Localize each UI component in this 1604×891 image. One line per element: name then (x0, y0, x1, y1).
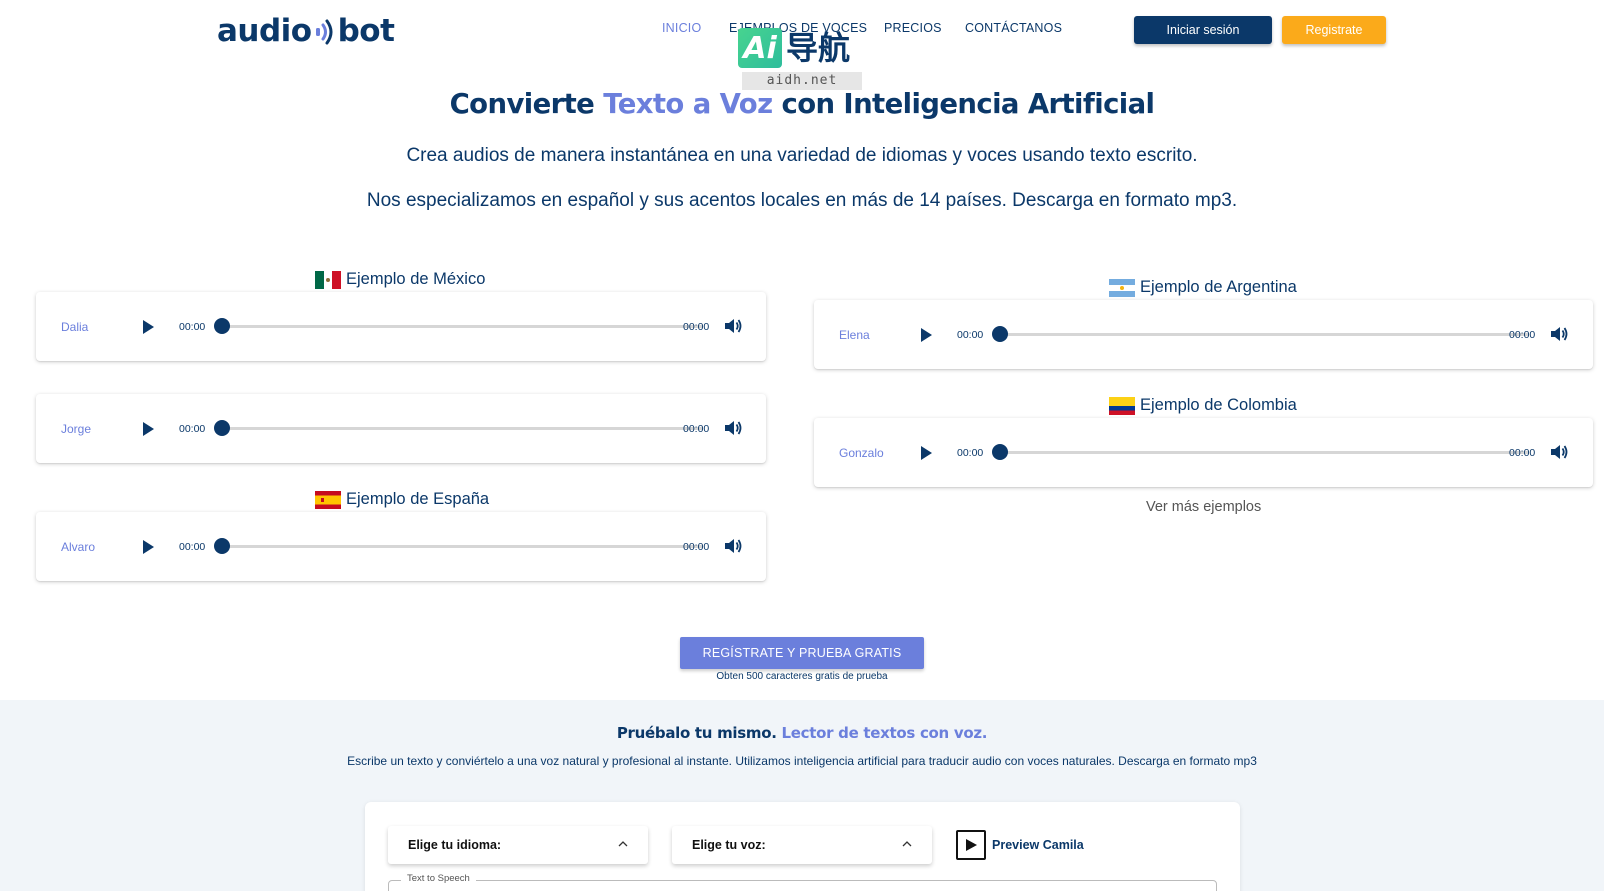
audio-player-elena: Elena 00:00 00:00 (814, 300, 1593, 369)
language-select-label: Elige tu idioma: (408, 838, 502, 852)
progress-track[interactable] (221, 545, 703, 548)
audio-player-jorge: Jorge 00:00 00:00 (36, 394, 766, 463)
logo[interactable]: audio bot (217, 13, 395, 49)
hero-title: Convierte Texto a Voz con Inteligencia A… (0, 88, 1604, 120)
login-button[interactable]: Iniciar sesión (1134, 16, 1272, 44)
volume-icon[interactable] (1549, 324, 1569, 344)
signup-trial-button[interactable]: REGÍSTRATE Y PRUEBA GRATIS (680, 637, 924, 669)
example-heading-text: Ejemplo de España (346, 490, 490, 508)
text-to-speech-input[interactable] (388, 880, 1217, 891)
progress-knob[interactable] (992, 326, 1008, 342)
duration-time: 00:00 (1509, 329, 1536, 341)
audio-player-alvaro: Alvaro 00:00 00:00 (36, 512, 766, 581)
voice-name: Dalia (61, 319, 89, 334)
volume-icon[interactable] (723, 418, 743, 438)
current-time: 00:00 (179, 423, 206, 435)
nav-item-contacto[interactable]: CONTÁCTANOS (965, 21, 1062, 35)
more-examples-link[interactable]: Ver más ejemplos (1146, 499, 1261, 515)
progress-track[interactable] (999, 451, 1529, 454)
progress-knob[interactable] (214, 318, 230, 334)
hero-title-accent: Texto a Voz (603, 88, 773, 120)
voice-name: Gonzalo (839, 445, 884, 460)
play-icon[interactable] (918, 327, 934, 343)
volume-icon[interactable] (723, 316, 743, 336)
hero-title-part2: con Inteligencia Artificial (772, 88, 1155, 120)
duration-time: 00:00 (683, 423, 710, 435)
voice-name: Jorge (61, 421, 92, 436)
logo-text-left: audio (217, 13, 312, 49)
example-heading-espana: Ejemplo de España (315, 490, 489, 509)
play-icon[interactable] (918, 445, 934, 461)
play-icon[interactable] (140, 539, 156, 555)
current-time: 00:00 (179, 321, 206, 333)
logo-text-right: bot (337, 13, 395, 49)
progress-track[interactable] (221, 325, 703, 328)
example-heading-argentina: Ejemplo de Argentina (1109, 278, 1297, 297)
text-to-speech-label: Text to Speech (401, 873, 476, 884)
sound-wave-icon (315, 16, 335, 46)
watermark-text: 导航 (786, 29, 851, 67)
try-title-part1: Pruébalo tu mismo. (616, 724, 782, 742)
current-time: 00:00 (957, 447, 984, 459)
play-icon (956, 830, 986, 860)
language-select[interactable]: Elige tu idioma: (388, 826, 648, 864)
voice-select[interactable]: Elige tu voz: (672, 826, 932, 864)
example-heading-mexico: Ejemplo de México (315, 270, 485, 289)
watermark: Ai 导航 aidh.net (738, 28, 864, 90)
argentina-flag-icon (1109, 278, 1135, 297)
example-heading-text: Ejemplo de Argentina (1140, 278, 1297, 296)
try-title: Pruébalo tu mismo. Lector de textos con … (0, 724, 1604, 742)
voice-name: Elena (839, 327, 870, 342)
volume-icon[interactable] (723, 536, 743, 556)
duration-time: 00:00 (683, 541, 710, 553)
hero-subtitle-2: Nos especializamos en español y sus acen… (366, 190, 1238, 211)
example-heading-text: Ejemplo de Colombia (1140, 396, 1297, 414)
watermark-ai-badge: Ai (738, 28, 782, 68)
chevron-up-icon (902, 841, 912, 847)
try-description: Escribe un texto y conviértelo a una voz… (347, 754, 1257, 768)
preview-label: Preview Camila (992, 838, 1084, 852)
progress-knob[interactable] (214, 538, 230, 554)
spain-flag-icon (315, 490, 341, 509)
voice-name: Alvaro (61, 539, 96, 554)
current-time: 00:00 (957, 329, 984, 341)
nav-item-precios[interactable]: PRECIOS (884, 21, 942, 35)
progress-track[interactable] (221, 427, 703, 430)
trial-note: Obten 500 caracteres gratis de prueba (716, 671, 888, 682)
tts-card: Elige tu idioma: Elige tu voz: Preview C… (365, 802, 1240, 891)
voice-select-label: Elige tu voz: (692, 838, 766, 852)
nav-item-inicio[interactable]: INICIO (662, 21, 701, 35)
duration-time: 00:00 (683, 321, 710, 333)
volume-icon[interactable] (1549, 442, 1569, 462)
progress-track[interactable] (999, 333, 1529, 336)
try-title-accent: Lector de textos con voz. (781, 724, 988, 742)
example-heading-text: Ejemplo de México (346, 270, 486, 288)
duration-time: 00:00 (1509, 447, 1536, 459)
hero-title-part1: Convierte (449, 88, 604, 120)
try-section: Pruébalo tu mismo. Lector de textos con … (0, 700, 1604, 891)
play-icon[interactable] (140, 319, 156, 335)
progress-knob[interactable] (214, 420, 230, 436)
hero-subtitle-1: Crea audios de manera instantánea en una… (406, 145, 1198, 166)
register-button[interactable]: Registrate (1282, 16, 1386, 44)
play-icon[interactable] (140, 421, 156, 437)
example-heading-colombia: Ejemplo de Colombia (1109, 396, 1297, 415)
audio-player-dalia: Dalia 00:00 00:00 (36, 292, 766, 361)
current-time: 00:00 (179, 541, 206, 553)
colombia-flag-icon (1109, 396, 1135, 415)
preview-voice-button[interactable]: Preview Camila (956, 830, 1084, 860)
chevron-up-icon (618, 841, 628, 847)
audio-player-gonzalo: Gonzalo 00:00 00:00 (814, 418, 1593, 487)
mexico-flag-icon (315, 270, 341, 289)
progress-knob[interactable] (992, 444, 1008, 460)
